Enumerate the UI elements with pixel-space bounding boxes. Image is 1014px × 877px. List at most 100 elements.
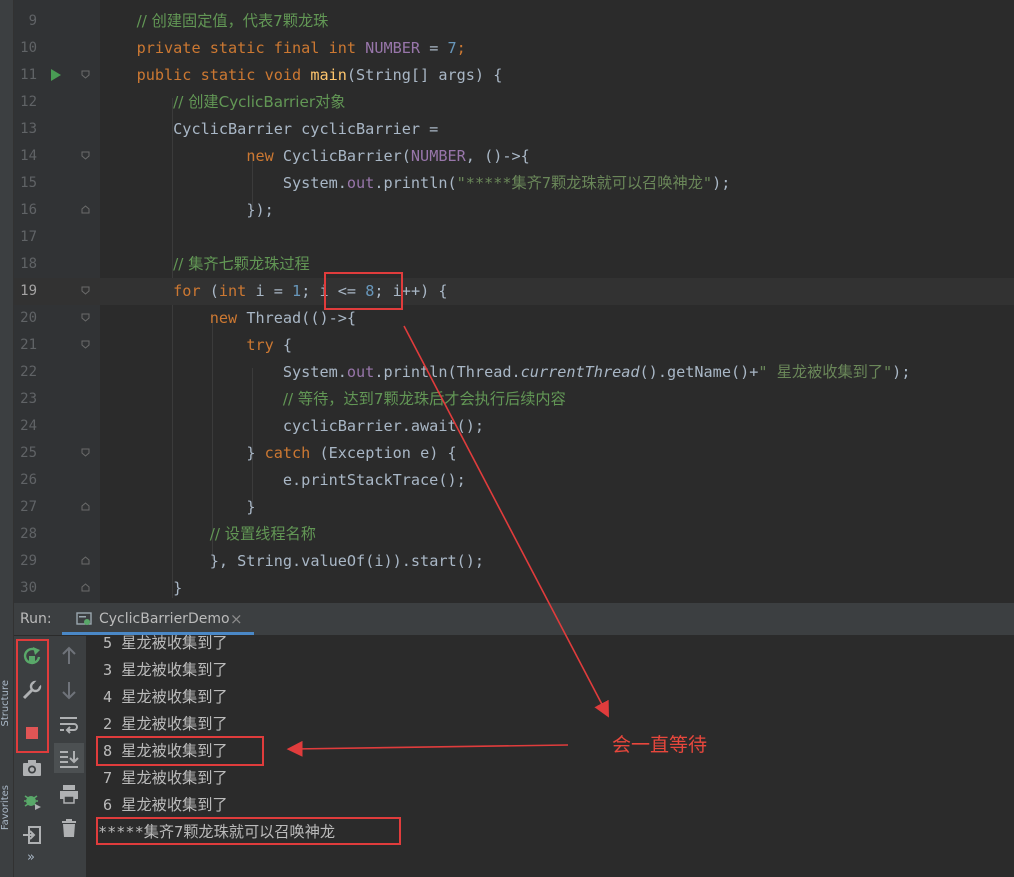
code-line: private static final int NUMBER = 7; [100, 35, 1014, 62]
gutter-line: 27 [14, 494, 100, 521]
camera-icon[interactable] [20, 756, 44, 780]
code-method: printStackTrace [301, 471, 439, 489]
debug-threads-icon[interactable] [20, 789, 44, 813]
gutter-line: 13 [14, 116, 100, 143]
fold-icon[interactable] [81, 313, 90, 322]
code-text: e. [282, 471, 302, 489]
code-keyword: private static final int [136, 39, 366, 57]
line-number: 11 [20, 67, 37, 83]
code-text: (Exception [310, 444, 421, 462]
code-line: new Thread(()->{ [100, 305, 1014, 332]
fold-icon[interactable] [81, 286, 90, 295]
annotation-box-console-final [96, 817, 401, 845]
code-text: } [173, 579, 183, 597]
run-config-icon [76, 612, 92, 625]
code-text: }); [246, 201, 274, 219]
line-number: 26 [20, 472, 37, 488]
more-tools-icon[interactable]: » [27, 850, 35, 865]
code-text: cyclicBarrier. [282, 417, 411, 435]
line-number: 13 [20, 121, 37, 137]
gutter-line: 28 [14, 521, 100, 548]
code-line: // 集齐七颗龙珠过程 [100, 251, 1014, 278]
login-icon[interactable] [20, 823, 44, 847]
fold-end-icon[interactable] [81, 556, 90, 565]
gutter-line: 24 [14, 413, 100, 440]
code-editor[interactable]: // 创建固定值，代表7颗龙珠 private static final int… [100, 0, 1014, 603]
code-line: public static void main(String[] args) { [100, 62, 1014, 89]
code-text: System. [282, 363, 347, 381]
code-comment: // 等待，达到7颗龙珠后才会执行后续内容 [282, 390, 566, 408]
gutter-line: 17 [14, 224, 100, 251]
arrow-up-icon[interactable] [57, 644, 81, 668]
line-number: 19 [20, 283, 37, 299]
code-line: e.printStackTrace(); [100, 467, 1014, 494]
code-line: new CyclicBarrier(NUMBER, ()->{ [100, 143, 1014, 170]
code-text: Thread(()->{ [246, 309, 357, 327]
run-gutter-icon[interactable] [51, 69, 61, 81]
soft-wrap-icon[interactable] [57, 712, 81, 736]
code-method: start [410, 552, 457, 570]
scroll-to-end-toggle[interactable] [54, 743, 84, 773]
code-text: CyclicBarrier cyclicBarrier = [173, 120, 439, 138]
fold-end-icon[interactable] [81, 502, 90, 511]
code-method: main [310, 66, 347, 84]
code-line: } [100, 575, 1014, 602]
code-method: getName [666, 363, 731, 381]
code-number: 1 [292, 282, 302, 300]
gutter-line: 20 [14, 305, 100, 332]
line-number: 25 [20, 445, 37, 461]
code-text: ()+ [730, 363, 759, 381]
gutter-line: 25 [14, 440, 100, 467]
gutter-line: 22 [14, 359, 100, 386]
code-comment: // 创建固定值，代表7颗龙珠 [136, 12, 329, 30]
code-text: ); [892, 363, 911, 381]
gutter-line: 9 [14, 8, 100, 35]
code-line: System.out.println(Thread.currentThread(… [100, 359, 1014, 386]
code-string: " 星龙被收集到了" [758, 363, 893, 381]
code-line: // 创建CyclicBarrier对象 [100, 89, 1014, 116]
code-comment: // 集齐七颗龙珠过程 [173, 255, 310, 273]
console-line: 6 星龙被收集到了 [103, 796, 228, 814]
gutter-line-current: 19 [14, 278, 100, 305]
fold-end-icon[interactable] [81, 583, 90, 592]
gutter-line: 10 [14, 35, 100, 62]
code-keyword: try [246, 336, 274, 354]
editor-gutter: 9 10 11 12 13 14 15 16 17 18 19 20 21 22… [14, 0, 100, 603]
favorites-tool-tab[interactable]: Favorites [0, 785, 11, 830]
code-number: 7 [447, 39, 457, 57]
code-string: "*****集齐7颗龙珠就可以召唤神龙" [456, 174, 713, 192]
code-keyword: public static void [136, 66, 311, 84]
code-text: (); [438, 471, 466, 489]
print-icon[interactable] [57, 782, 81, 806]
gutter-line: 16 [14, 197, 100, 224]
code-text: = [420, 39, 448, 57]
line-number: 21 [20, 337, 37, 353]
trash-icon[interactable] [57, 816, 81, 840]
code-line: System.out.println("*****集齐7颗龙珠就可以召唤神龙")… [100, 170, 1014, 197]
run-toolbar-secondary [51, 636, 87, 877]
fold-end-icon[interactable] [81, 205, 90, 214]
close-icon[interactable]: × [230, 610, 243, 628]
code-variable: e [420, 444, 430, 462]
line-number: 17 [20, 229, 37, 245]
code-text: (); [456, 552, 485, 570]
fold-icon[interactable] [81, 448, 90, 457]
code-text: (i)). [365, 552, 411, 570]
structure-tool-tab[interactable]: Structure [0, 680, 11, 727]
gutter-line: 12 [14, 89, 100, 116]
code-comment: // 创建CyclicBarrier对象 [173, 93, 346, 111]
code-text: (String[] args) { [346, 66, 503, 84]
arrow-down-icon[interactable] [57, 678, 81, 702]
code-text: System. [282, 174, 347, 192]
fold-icon[interactable] [81, 340, 90, 349]
code-method: currentThread [520, 363, 640, 381]
code-method: println [383, 363, 448, 381]
annotation-text: 会一直等待 [612, 734, 708, 756]
fold-icon[interactable] [81, 151, 90, 160]
code-text: CyclicBarrier( [282, 147, 411, 165]
line-number: 10 [20, 40, 37, 56]
line-number: 14 [20, 148, 37, 164]
code-text: } [246, 444, 265, 462]
fold-icon[interactable] [81, 70, 90, 79]
